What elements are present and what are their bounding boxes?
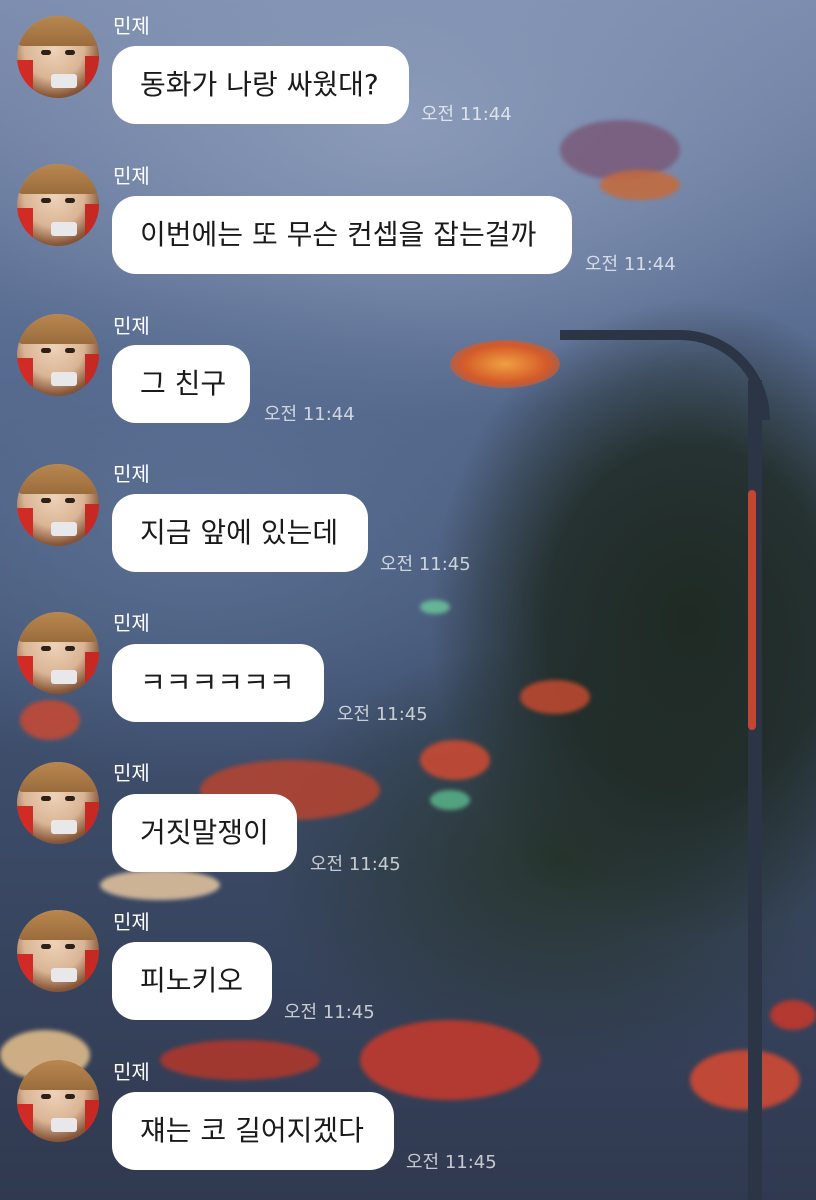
sender-name: 민제 — [113, 910, 150, 934]
message-time: 오전 11:45 — [310, 854, 401, 875]
avatar[interactable] — [17, 16, 99, 98]
message-bubble[interactable]: ㅋㅋㅋㅋㅋㅋ — [112, 644, 324, 722]
sender-name: 민제 — [113, 462, 150, 486]
message-time: 오전 11:45 — [380, 554, 471, 575]
message-bubble[interactable]: 피노키오 — [112, 942, 272, 1020]
message-time: 오전 11:45 — [406, 1152, 497, 1173]
message-bubble[interactable]: 그 친구 — [112, 345, 250, 423]
avatar[interactable] — [17, 910, 99, 992]
sender-name: 민제 — [113, 611, 150, 635]
avatar[interactable] — [17, 464, 99, 546]
sender-name: 민제 — [113, 761, 150, 785]
avatar[interactable] — [17, 314, 99, 396]
sender-name: 민제 — [113, 314, 150, 338]
sender-name: 민제 — [113, 1060, 150, 1084]
message-bubble[interactable]: 거짓말쟁이 — [112, 794, 297, 872]
avatar[interactable] — [17, 1060, 99, 1142]
message-time: 오전 11:45 — [337, 704, 428, 725]
message-time: 오전 11:44 — [421, 104, 512, 125]
message-time: 오전 11:44 — [585, 254, 676, 275]
message-time: 오전 11:44 — [264, 404, 355, 425]
message-bubble[interactable]: 쟤는 코 길어지겠다 — [112, 1092, 394, 1170]
message-bubble[interactable]: 동화가 나랑 싸웠대? — [112, 46, 409, 124]
avatar[interactable] — [17, 164, 99, 246]
avatar[interactable] — [17, 762, 99, 844]
sender-name: 민제 — [113, 14, 150, 38]
sender-name: 민제 — [113, 164, 150, 188]
avatar[interactable] — [17, 612, 99, 694]
message-time: 오전 11:45 — [284, 1002, 375, 1023]
message-bubble[interactable]: 이번에는 또 무슨 컨셉을 잡는걸까 — [112, 196, 572, 274]
message-bubble[interactable]: 지금 앞에 있는데 — [112, 494, 368, 572]
